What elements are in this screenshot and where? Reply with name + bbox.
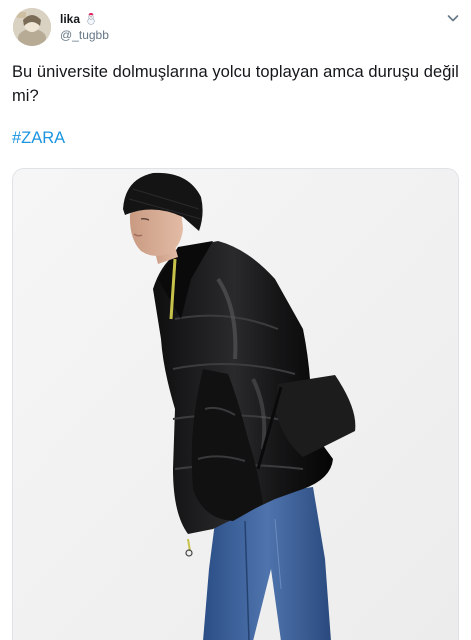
snowman-emoji-icon xyxy=(85,13,97,25)
user-name-row[interactable]: lika xyxy=(60,11,97,27)
tweet-card: lika @_tugbb Bu üniversite dolmuşlarına … xyxy=(0,0,471,640)
tweet-media-photo[interactable] xyxy=(12,168,459,640)
display-name[interactable]: lika xyxy=(60,12,80,26)
user-avatar[interactable] xyxy=(13,8,51,46)
user-handle[interactable]: @_tugbb xyxy=(60,28,109,42)
tweet-text: Bu üniversite dolmuşlarına yolcu toplaya… xyxy=(12,63,459,105)
chevron-down-icon[interactable] xyxy=(445,10,461,26)
photo-model-puffer-jacket xyxy=(13,169,458,640)
hashtag-link[interactable]: #ZARA xyxy=(12,128,65,148)
